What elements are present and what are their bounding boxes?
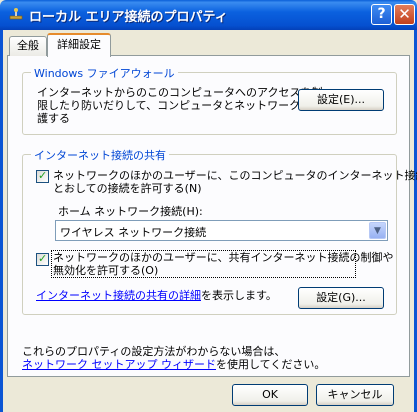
tab-advanced[interactable]: 詳細設定 (47, 33, 111, 57)
ics-settings-button[interactable]: 設定(G)... (298, 287, 384, 309)
ics-group-title: インターネット接続の共有 (31, 147, 169, 163)
allow-connect-label-line2[interactable]: とおしての接続を許可する(N) (53, 182, 201, 195)
chevron-down-icon[interactable]: ▼ (369, 222, 386, 239)
cancel-button[interactable]: キャンセル (316, 384, 394, 406)
window-title: ローカル エリア接続のプロパティ (29, 10, 228, 25)
firewall-description-line2: 限したり防いだりして、コンピュータとネットワークを保 (37, 99, 323, 112)
allow-control-label-line2[interactable]: 無効化を許可する(O) (53, 264, 158, 277)
window-frame-left (0, 30, 3, 412)
help-text-suffix: を使用してください。 (216, 358, 326, 371)
home-network-value: ワイヤレス ネットワーク接続 (60, 226, 207, 239)
allow-connect-checkbox[interactable]: ✓ (36, 169, 49, 183)
help-button[interactable]: ? (371, 4, 392, 25)
close-button[interactable]: ✕ (394, 4, 415, 25)
home-network-select[interactable]: ワイヤレス ネットワーク接続 ▼ (55, 220, 388, 241)
home-network-label: ホーム ネットワーク接続(H): (58, 205, 203, 218)
check-icon: ✓ (38, 252, 48, 265)
help-text-line1: これらのプロパティの設定方法がわからない場合は、 (22, 345, 286, 358)
allow-control-label-line1[interactable]: ネットワークのほかのユーザーに、共有インターネット接続の制御や (53, 251, 393, 264)
network-connection-icon (9, 8, 23, 20)
firewall-settings-button[interactable]: 設定(E)... (298, 89, 384, 111)
allow-connect-label-line1[interactable]: ネットワークのほかのユーザーに、このコンピュータのインターネット接続を (53, 169, 417, 182)
firewall-group-title: Windows ファイアウォール (31, 65, 178, 81)
firewall-description-line1: インターネットからのこのコンピュータへのアクセスを制 (37, 86, 323, 99)
title-bar[interactable]: ローカル エリア接続のプロパティ ? ✕ (0, 0, 417, 30)
ics-details-suffix: を表示します。 (201, 289, 277, 302)
ok-button[interactable]: OK (232, 384, 308, 406)
network-setup-wizard-link[interactable]: ネットワーク セットアップ ウィザード (22, 358, 216, 371)
firewall-description-line3: 護する (37, 112, 70, 125)
ics-details-link[interactable]: インターネット接続の共有の詳細 (36, 289, 201, 302)
check-icon: ✓ (38, 169, 48, 182)
tab-general[interactable]: 全般 (9, 36, 47, 56)
allow-control-checkbox[interactable]: ✓ (36, 252, 49, 266)
